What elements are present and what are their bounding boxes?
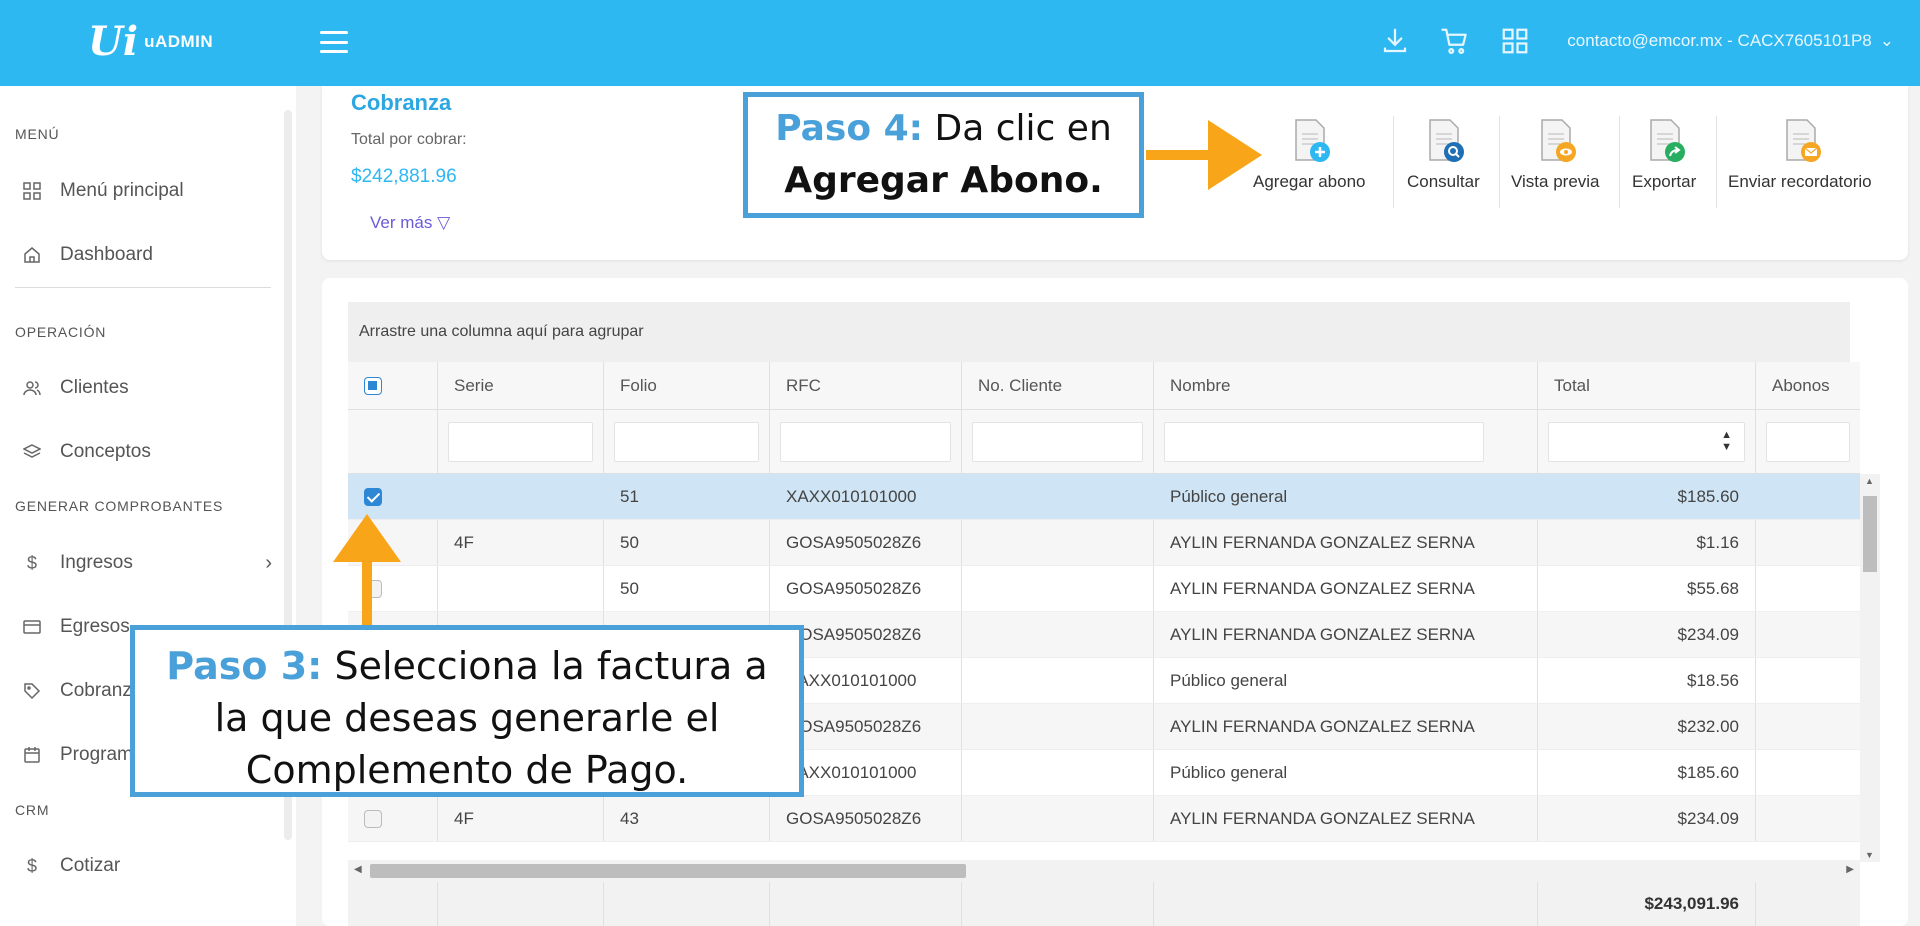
- step4-callout: Paso 4: Da clic en Agregar Abono.: [743, 92, 1144, 218]
- step4-text-b: Agregar Abono.: [784, 160, 1103, 201]
- step3-text-c: Complemento de Pago.: [245, 748, 689, 792]
- step4-text-a: Da clic en: [934, 108, 1112, 149]
- step3-callout: Paso 3: Selecciona la factura a la que d…: [130, 625, 804, 797]
- step4-arrow: [1146, 120, 1262, 190]
- step4-prefix: Paso 4:: [775, 108, 924, 149]
- step3-prefix: Paso 3:: [166, 644, 323, 688]
- step3-text-b: la que deseas generarle el: [214, 696, 720, 740]
- step3-text-a: Selecciona la factura a: [334, 644, 768, 688]
- step3-arrow: [333, 514, 401, 628]
